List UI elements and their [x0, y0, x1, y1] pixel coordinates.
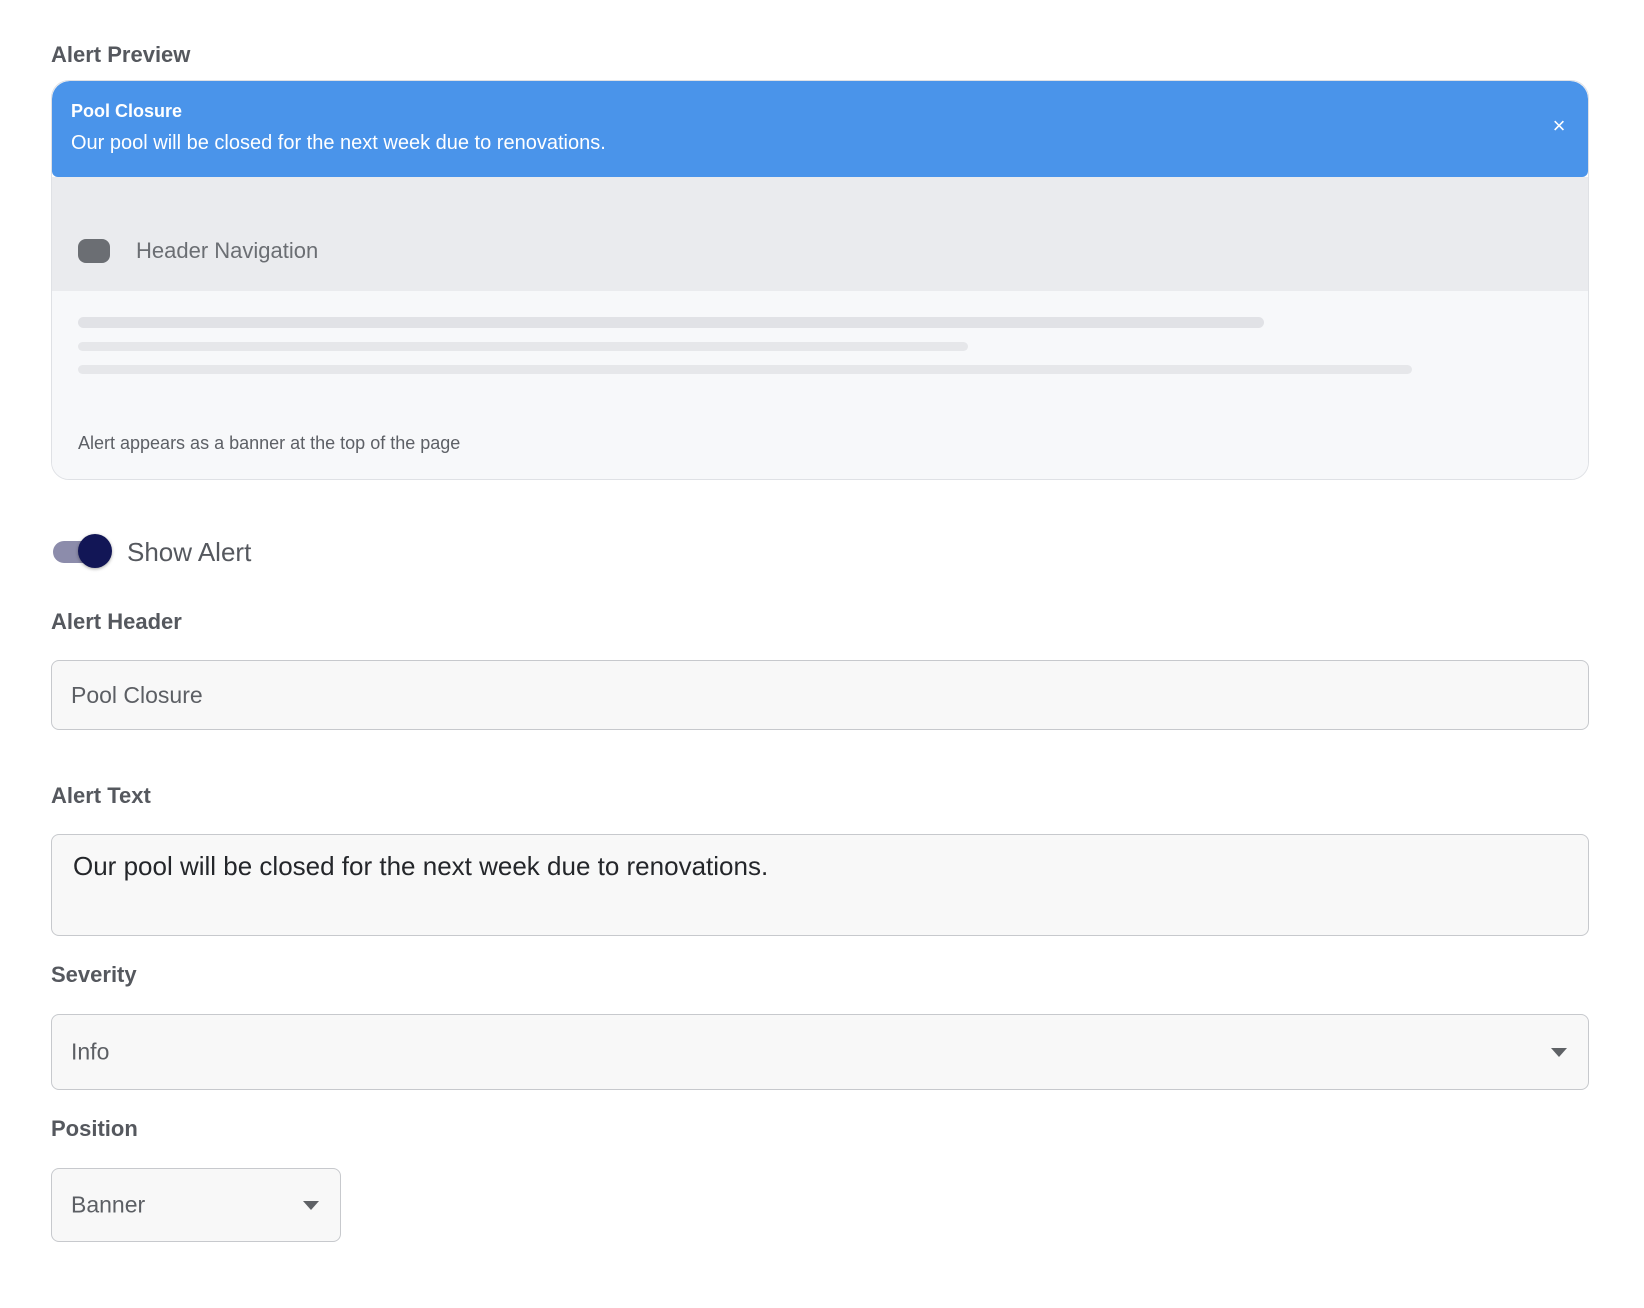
alert-banner-message: Our pool will be closed for the next wee… [71, 132, 606, 154]
severity-label: Severity [51, 962, 137, 987]
show-alert-label: Show Alert [127, 537, 252, 567]
alert-banner-title: Pool Closure [71, 101, 183, 121]
alert-header-label: Alert Header [51, 609, 182, 634]
close-icon[interactable]: × [1548, 115, 1570, 137]
skeleton-line [78, 342, 968, 351]
alert-text-textarea[interactable]: Our pool will be closed for the next wee… [51, 834, 1589, 936]
severity-select-value: Info [71, 1038, 110, 1065]
alert-header-input[interactable] [51, 660, 1589, 730]
toggle-knob [78, 534, 112, 568]
alert-banner: Pool Closure Our pool will be closed for… [52, 81, 1588, 177]
skeleton-line [78, 365, 1412, 374]
chevron-down-icon [303, 1201, 319, 1210]
alert-preview-card: Pool Closure Our pool will be closed for… [51, 80, 1589, 480]
position-select[interactable]: Banner [51, 1168, 341, 1242]
position-select-value: Banner [71, 1191, 146, 1218]
chevron-down-icon [1551, 1048, 1567, 1057]
mock-logo [78, 239, 110, 263]
preview-caption: Alert appears as a banner at the top of … [78, 433, 461, 453]
severity-select[interactable]: Info [51, 1014, 1589, 1090]
alert-text-label: Alert Text [51, 783, 151, 808]
skeleton-line [78, 317, 1264, 328]
position-label: Position [51, 1116, 138, 1141]
mock-header-navigation: Header Navigation [136, 238, 319, 263]
mock-page-header: Header Navigation [52, 177, 1588, 292]
alert-preview-heading: Alert Preview [51, 42, 191, 67]
show-alert-toggle[interactable] [51, 534, 113, 568]
